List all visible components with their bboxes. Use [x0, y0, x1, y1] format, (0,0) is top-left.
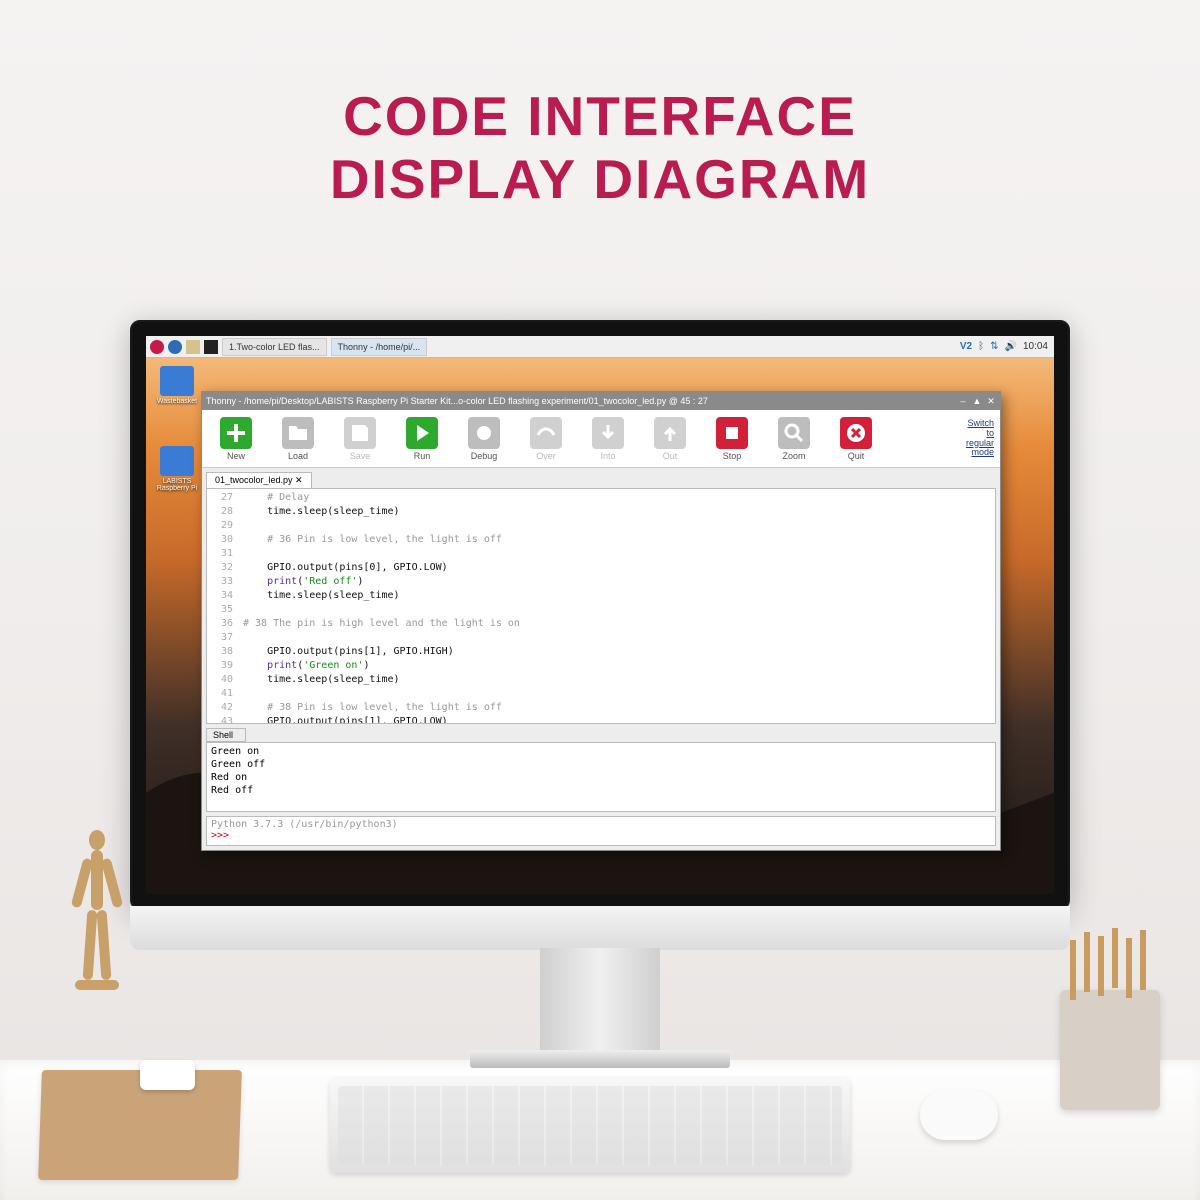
wooden-mannequin-prop	[55, 830, 135, 1060]
toolbar-label: Over	[518, 451, 574, 461]
save-button: Save	[332, 417, 388, 461]
code-editor[interactable]: 27282930313233343536373839404142434445 #…	[206, 488, 996, 724]
mouse-prop	[920, 1090, 998, 1140]
save-icon	[344, 417, 376, 449]
over-button: Over	[518, 417, 574, 461]
taskbar-vnc-indicator: V2	[960, 341, 972, 352]
volume-icon[interactable]: 🔊	[1005, 341, 1017, 352]
toolbar-label: Into	[580, 451, 636, 461]
desktop-folder-label: LABISTS Raspberry Pi	[157, 478, 197, 492]
desktop-trash[interactable]: Wastebasket	[152, 366, 202, 405]
monitor-stand-foot	[470, 1050, 730, 1068]
wifi-icon[interactable]: ⇅	[990, 341, 998, 352]
toolbar-label: Out	[642, 451, 698, 461]
page-headline: CODE INTERFACE DISPLAY DIAGRAM	[0, 85, 1200, 212]
monitor-stand	[540, 948, 660, 1058]
bluetooth-icon[interactable]: ᛒ	[978, 341, 984, 352]
toolbar-label: Stop	[704, 451, 760, 461]
shell-tab-label[interactable]: Shell	[206, 728, 246, 742]
out-button: Out	[642, 417, 698, 461]
zoom-icon	[778, 417, 810, 449]
screen: 1.Two-color LED flas... Thonny - /home/p…	[146, 336, 1054, 894]
line-number-gutter: 27282930313233343536373839404142434445	[207, 489, 237, 723]
zoom-button[interactable]: Zoom	[766, 417, 822, 461]
headline-line2: DISPLAY DIAGRAM	[0, 148, 1200, 211]
open-icon	[282, 417, 314, 449]
thonny-toolbar: New Load Save Run Debug Over Into Out Stop Zoom Qu…	[202, 410, 1000, 468]
toolbar-label: Quit	[828, 451, 884, 461]
folder-icon	[160, 446, 194, 476]
os-taskbar[interactable]: 1.Two-color LED flas... Thonny - /home/p…	[146, 336, 1054, 358]
into-button: Into	[580, 417, 636, 461]
desktop-folder[interactable]: LABISTS Raspberry Pi	[152, 446, 202, 492]
over-icon	[530, 417, 562, 449]
out-icon	[654, 417, 686, 449]
editor-tabs: 01_twocolor_led.py ✕	[202, 468, 1000, 488]
toolbar-label: Save	[332, 451, 388, 461]
quit-button[interactable]: Quit	[828, 417, 884, 461]
shell-prompt: >>>	[211, 830, 229, 841]
shell-footer[interactable]: Python 3.7.3 (/usr/bin/python3) >>>	[206, 816, 996, 846]
window-maximize-button[interactable]: ▲	[972, 396, 982, 406]
taskbar-item-file[interactable]: 1.Two-color LED flas...	[222, 338, 327, 356]
play-icon	[406, 417, 438, 449]
taskbar-files-icon[interactable]	[186, 340, 200, 354]
toolbar-label: New	[208, 451, 264, 461]
toolbar-label: Run	[394, 451, 450, 461]
code-content[interactable]: # Delay time.sleep(sleep_time) # 36 Pin …	[237, 489, 995, 723]
pencil-cup-prop	[1060, 990, 1160, 1110]
into-icon	[592, 417, 624, 449]
headline-line1: CODE INTERFACE	[0, 85, 1200, 148]
stop-icon	[716, 417, 748, 449]
monitor-chin	[130, 906, 1070, 950]
earbuds-prop	[140, 1060, 195, 1090]
switch-mode-link[interactable]: Switchtoregularmode	[966, 419, 994, 459]
window-titlebar[interactable]: Thonny - /home/pi/Desktop/LABISTS Raspbe…	[202, 392, 1000, 410]
desktop-trash-label: Wastebasket	[157, 398, 197, 405]
monitor-frame: 1.Two-color LED flas... Thonny - /home/p…	[130, 320, 1070, 910]
python-version: Python 3.7.3 (/usr/bin/python3)	[211, 819, 991, 830]
bug-icon	[468, 417, 500, 449]
run-button[interactable]: Run	[394, 417, 450, 461]
keyboard-prop	[330, 1078, 850, 1173]
thonny-window: Thonny - /home/pi/Desktop/LABISTS Raspbe…	[201, 391, 1001, 851]
taskbar-browser-icon[interactable]	[168, 340, 182, 354]
new-button[interactable]: New	[208, 417, 264, 461]
window-minimize-button[interactable]: –	[958, 396, 968, 406]
window-title-text: Thonny - /home/pi/Desktop/LABISTS Raspbe…	[206, 396, 708, 406]
taskbar-clock: 10:04	[1023, 341, 1048, 352]
load-button[interactable]: Load	[270, 417, 326, 461]
raspberry-pi-menu-icon[interactable]	[150, 340, 164, 354]
plus-icon	[220, 417, 252, 449]
taskbar-terminal-icon[interactable]	[204, 340, 218, 354]
taskbar-item-thonny[interactable]: Thonny - /home/pi/...	[331, 338, 428, 356]
shell-output[interactable]: Green onGreen offRed onRed off	[206, 742, 996, 812]
trash-icon	[160, 366, 194, 396]
debug-button[interactable]: Debug	[456, 417, 512, 461]
stop-button[interactable]: Stop	[704, 417, 760, 461]
quit-icon	[840, 417, 872, 449]
file-tab-active[interactable]: 01_twocolor_led.py ✕	[206, 472, 312, 488]
toolbar-label: Load	[270, 451, 326, 461]
toolbar-label: Debug	[456, 451, 512, 461]
window-close-button[interactable]: ✕	[986, 396, 996, 406]
toolbar-label: Zoom	[766, 451, 822, 461]
